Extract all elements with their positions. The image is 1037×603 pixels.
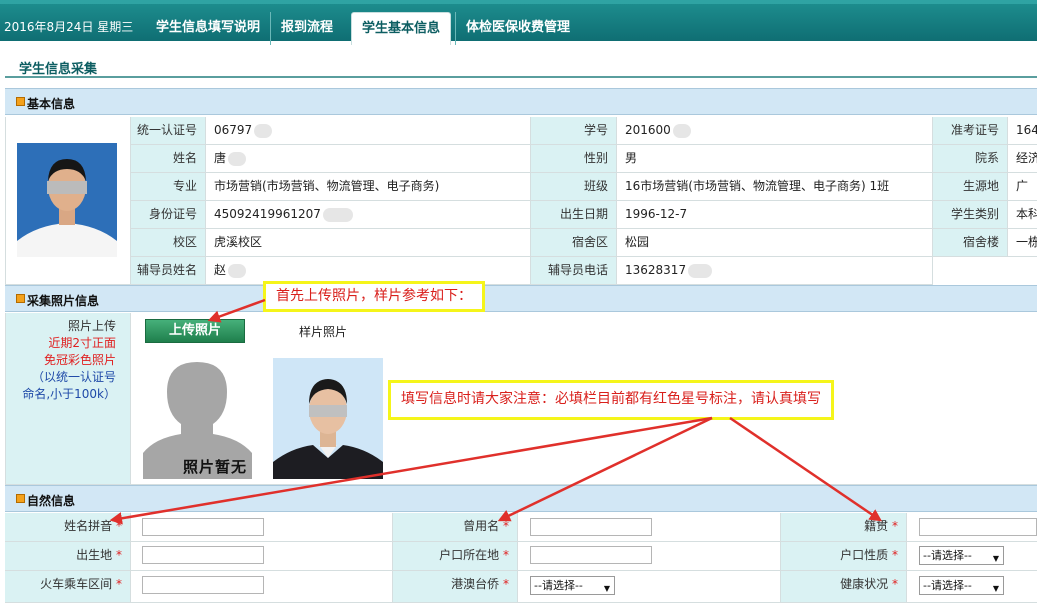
redaction-blur: [228, 151, 247, 166]
redaction-blur: [672, 123, 691, 138]
section-square-icon: [16, 494, 25, 503]
photo-label-cell: 照片上传 近期2寸正面 免冠彩色照片 （以统一认证号 命名,小于100k）: [5, 313, 131, 485]
label-train-section: 火车乘车区间 *: [5, 571, 131, 603]
train-section-input[interactable]: [142, 576, 264, 594]
value-id-card: 45092419961207: [206, 201, 531, 229]
label-former-name: 曾用名 *: [393, 513, 518, 542]
label-exam-number: 准考证号: [933, 117, 1008, 145]
value-major: 市场营销(市场营销、物流管理、电子商务): [206, 173, 531, 201]
value-student-type: 本科: [1008, 201, 1037, 229]
label-origin: 生源地: [933, 173, 1008, 201]
birthplace-input[interactable]: [142, 546, 264, 564]
label-native-place: 籍贯 *: [781, 513, 907, 542]
section-title: 自然信息: [27, 494, 76, 508]
photo-note-size-limit: 命名,小于100k）: [22, 387, 116, 401]
redaction-blur: [322, 207, 353, 222]
value-dorm-building: 一栋: [1008, 229, 1037, 257]
top-nav: 2016年8月24日 星期三 学生信息填写说明 报到流程 学生基本信息 体检医保…: [0, 0, 1037, 45]
upload-photo-button[interactable]: 上传照片: [145, 319, 245, 343]
label-dorm-building: 宿舍楼: [933, 229, 1008, 257]
value-exam-number: 164: [1008, 117, 1037, 145]
label-dorm-area: 宿舍区: [531, 229, 617, 257]
value-department: 经济: [1008, 145, 1037, 173]
label-student-number: 学号: [531, 117, 617, 145]
photo-note-size: 近期2寸正面: [48, 336, 116, 350]
label-class: 班级: [531, 173, 617, 201]
photo-upload-label: 照片上传: [67, 319, 116, 333]
sample-photo-label: 样片照片: [299, 325, 348, 339]
native-place-input[interactable]: [919, 518, 1037, 536]
value-name: 唐: [206, 145, 531, 173]
sample-photo: [273, 358, 383, 479]
value-auth-id: 06797: [206, 117, 531, 145]
annotation-required-fields: 填写信息时请大家注意：必填栏目前都有红色星号标注，请认真填写: [388, 380, 834, 420]
app-root: 2016年8月24日 星期三 学生信息填写说明 报到流程 学生基本信息 体检医保…: [0, 0, 1037, 603]
section-square-icon: [16, 294, 25, 303]
label-overseas-status: 港澳台侨 *: [393, 571, 518, 603]
photo-placeholder-text: 照片暂无: [183, 458, 248, 476]
dropdown-arrow-icon: ▼: [603, 584, 610, 593]
upload-photo-button-label: 上传照片: [168, 323, 221, 338]
annotation-upload-first: 首先上传照片，样片参考如下：: [263, 281, 485, 312]
label-hukou-type: 户口性质 *: [781, 542, 907, 571]
label-student-type: 学生类别: [933, 201, 1008, 229]
section-title: 基本信息: [27, 97, 76, 111]
photo-note-color: 免冠彩色照片: [43, 353, 116, 367]
label-hukou-location: 户口所在地 *: [393, 542, 518, 571]
value-gender: 男: [617, 145, 933, 173]
label-major: 专业: [131, 173, 206, 201]
student-photo-cell: [5, 117, 131, 285]
label-birth-date: 出生日期: [531, 201, 617, 229]
section-square-icon: [16, 97, 25, 106]
photo-note-naming: （以统一认证号: [31, 370, 116, 384]
label-counselor-name: 辅导员姓名: [131, 257, 206, 285]
section-natural-info-header: 自然信息: [5, 485, 1037, 512]
label-name-pinyin: 姓名拼音 *: [5, 513, 131, 542]
dropdown-arrow-icon: ▼: [992, 584, 999, 593]
title-divider: [5, 76, 1037, 78]
redaction-blur: [688, 263, 713, 278]
page-title: 学生信息采集: [19, 62, 98, 77]
health-status-select[interactable]: --请选择-- ▼: [919, 576, 1004, 595]
hukou-location-input[interactable]: [530, 546, 652, 564]
label-campus: 校区: [131, 229, 206, 257]
tab-medical-insurance-fees[interactable]: 体检医保收费管理: [455, 12, 580, 45]
overseas-status-select[interactable]: --请选择-- ▼: [530, 576, 615, 595]
student-photo: [17, 143, 117, 257]
section-basic-info-header: 基本信息: [5, 88, 1037, 115]
dropdown-arrow-icon: ▼: [992, 554, 999, 563]
value-student-number: 201600: [617, 117, 933, 145]
redaction-blur: [254, 123, 273, 138]
section-photo-header: 采集照片信息: [5, 285, 1037, 312]
hukou-type-select[interactable]: --请选择-- ▼: [919, 546, 1004, 565]
tab-filling-guide[interactable]: 学生信息填写说明: [146, 12, 270, 45]
label-counselor-phone: 辅导员电话: [531, 257, 617, 285]
name-pinyin-input[interactable]: [142, 518, 264, 536]
label-department: 院系: [933, 145, 1008, 173]
value-class: 16市场营销(市场营销、物流管理、电子商务) 1班: [617, 173, 933, 201]
value-dorm-area: 松园: [617, 229, 933, 257]
current-date: 2016年8月24日 星期三: [4, 20, 134, 34]
label-auth-id: 统一认证号: [131, 117, 206, 145]
photo-placeholder: 照片暂无: [143, 358, 252, 479]
section-title: 采集照片信息: [27, 294, 100, 308]
value-campus: 虎溪校区: [206, 229, 531, 257]
tab-basic-info[interactable]: 学生基本信息: [351, 12, 452, 45]
label-health-status: 健康状况 *: [781, 571, 907, 603]
value-birth-date: 1996-12-7: [617, 201, 933, 229]
tab-registration-flow[interactable]: 报到流程: [270, 12, 343, 45]
redaction-blur: [228, 263, 247, 278]
label-gender: 性别: [531, 145, 617, 173]
value-origin: 广: [1008, 173, 1037, 201]
value-counselor-phone: 13628317: [617, 257, 933, 285]
label-birthplace: 出生地 *: [5, 542, 131, 571]
former-name-input[interactable]: [530, 518, 652, 536]
label-name: 姓名: [131, 145, 206, 173]
label-id-card: 身份证号: [131, 201, 206, 229]
